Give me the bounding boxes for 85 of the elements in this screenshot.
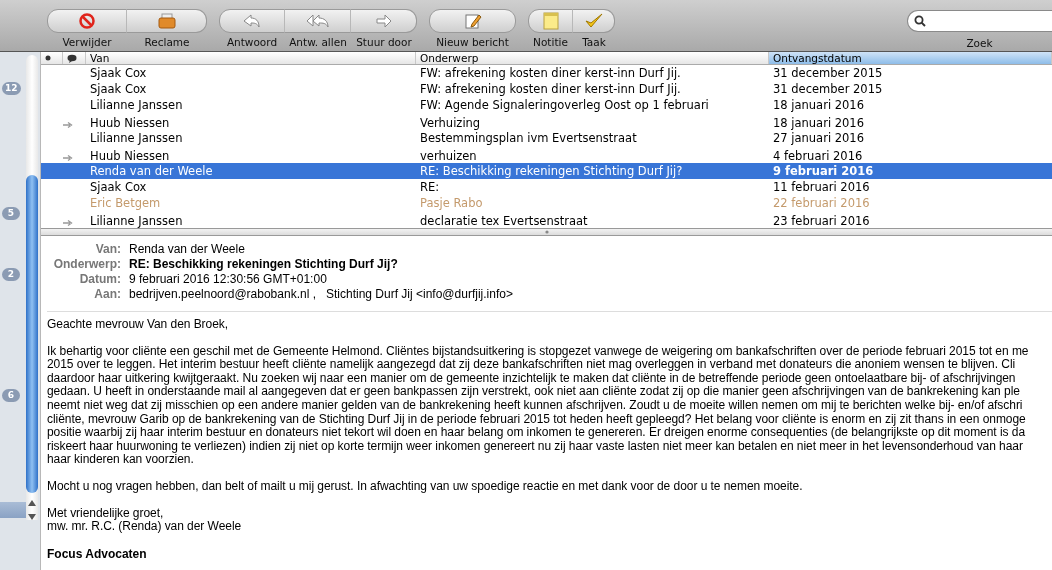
- date-cell-text: 23 februari 2016: [772, 213, 871, 228]
- body-text-line: positie waarbij zij haar interim bestuur en donateurs niet tekort wil doen en haar belang om inkomen te genereren. Er dreigen enorme consequenties (de belangrijkste op dit moment is da: [47, 426, 1027, 440]
- subject-cell-text: FW: afrekening kosten diner kerst-inn Durf Jij.: [419, 66, 682, 81]
- subject-cell-text: verhuizen: [419, 148, 478, 163]
- body-text-line: gedaan. U heeft in onderstaande mail al aangegeven dat er geen bankpassen zijn verstrekt, ook niet aan cliënte zodat zij op die manier geen afschrijvingen van de bankrekening kan ple: [47, 385, 1021, 399]
- sender-cell-text: Eric Betgem: [89, 196, 162, 211]
- subject-cell-text: Verhuizing: [419, 115, 482, 130]
- date-cell-text: 31 december 2015: [772, 82, 884, 97]
- date-cell-text: 31 december 2015: [772, 66, 884, 81]
- search-label: Zoek: [966, 37, 993, 49]
- header-label: Onderwerp:: [52, 257, 121, 272]
- grip-icon: [544, 230, 549, 234]
- header-value: RE: Beschikking rekeningen Stichting Durf Jij?: [129, 257, 399, 272]
- sender-cell-text: Huub Niessen: [89, 115, 171, 130]
- column-header[interactable]: Ontvangstdatum: [769, 52, 1052, 64]
- date-cell-text: 22 februari 2016: [772, 196, 871, 211]
- header-label: Van:: [94, 242, 121, 257]
- sender-cell-text: Lilianne Janssen: [89, 131, 184, 146]
- unread-count-badge: 5: [2, 207, 20, 220]
- signature-company: Focus Advocaten: [47, 546, 148, 561]
- subject-cell-text: FW: afrekening kosten diner kerst-inn Durf Jij.: [419, 82, 682, 97]
- date-cell-text: 27 januari 2016: [772, 131, 865, 146]
- sender-cell-text: Sjaak Cox: [89, 66, 148, 81]
- subject-cell-text: Pasje Rabo: [419, 196, 484, 211]
- body-text-line: Mocht u nog vragen hebben, dan belt of mailt u mij gerust. In afwachting van uw spoedige reactie en met dank voor de door u te nemen moeite.: [47, 479, 804, 494]
- speech-bubble-icon[interactable]: [67, 53, 77, 63]
- body-text-line: 2015 over te leggen. Het interim bestuur heeft cliënte namelijk aangezegd dat zij deze bankafschriften niet mag overleggen in verband met donateurs die anoniem wensen te blijven. Cli: [47, 358, 1017, 372]
- header-value: bedrijven.peelnoord@rabobank.nl , Stichting Durf Jij <info@durfjij.info>: [129, 287, 514, 302]
- message-row[interactable]: Sjaak Cox FW: afrekening kosten diner kerst-inn Durf Jij. 31 december 2015: [41, 81, 1052, 98]
- pencil-note-icon: [463, 12, 482, 30]
- header-label: Datum:: [78, 272, 121, 287]
- scrollbar[interactable]: [26, 55, 38, 520]
- note-pad-icon: [542, 12, 559, 30]
- message-row[interactable]: Lilianne Janssen Bestemmingsplan ivm Evertsenstraat 27 januari 2016: [41, 130, 1052, 147]
- unread-count-badge: 2: [2, 268, 20, 281]
- unread-count-badge: 6: [2, 389, 20, 402]
- body-text-line: Geachte mevrouw Van den Broek,: [47, 318, 230, 332]
- sender-cell-text: Sjaak Cox: [89, 82, 148, 97]
- header-value: 9 februari 2016 12:30:56 GMT+01:00: [129, 272, 328, 287]
- column-header[interactable]: Van: [86, 52, 416, 64]
- body-text-line: Ik behartig voor cliënte een geschil met de Gemeente Helmond. Cliëntes bijstandsuitkering is stopgezet vanwege de weigering om bankafschriften over de periode februari 2015 tot en me: [47, 344, 1030, 359]
- message-row[interactable]: Sjaak Cox FW: afrekening kosten diner kerst-inn Durf Jij. 31 december 2015: [41, 65, 1052, 82]
- reply-arrow-icon: [243, 14, 261, 28]
- message-row[interactable]: Huub Niessen Verhuizing 18 januari 2016: [41, 113, 1052, 131]
- column-header[interactable]: Onderwerp: [416, 52, 769, 64]
- subject-cell-text: declaratie tex Evertsenstraat: [419, 213, 589, 228]
- sender-cell-text: Lilianne Janssen: [89, 213, 184, 228]
- message-row[interactable]: Lilianne Janssen declaratie tex Evertsenstraat 23 februari 2016: [41, 211, 1052, 229]
- message-row[interactable]: Huub Niessen verhuizen 4 februari 2016: [41, 146, 1052, 163]
- body-text-line: haar kinderen kan voorzien.: [47, 453, 194, 467]
- date-cell-text: 18 januari 2016: [772, 115, 865, 130]
- box-icon: [157, 13, 176, 29]
- body-text-line: Met vriendelijke groet,: [47, 506, 165, 521]
- double-arrow-icon: [305, 14, 330, 28]
- subject-cell-text: Bestemmingsplan ivm Evertsenstraat: [419, 131, 638, 146]
- message-row[interactable]: Lilianne Janssen FW: Agende Signaleringoverleg Oost op 1 februari 18 januari 2016: [41, 97, 1052, 114]
- body-text-line: mw. mr. R.C. (Renda) van der Weele: [47, 520, 243, 534]
- sender-cell-text: Huub Niessen: [89, 148, 171, 163]
- date-cell-text: 9 februari 2016: [772, 164, 875, 178]
- checkmark-icon: [584, 13, 603, 29]
- body-text-line: neemt niet weg dat zij misschien op een andere manier gelden van de bankrekening heeft kunnen afschrijven. Zoudt u de moeite willen nemen om mij te berichten welke bij- en/of afschri: [47, 398, 1024, 413]
- header-value: Renda van der Weele: [129, 242, 246, 257]
- body-text-line: cliënte, mevrouw Garib op de bankrekening van de Stichting Durf Jij in de periode februari 2015 tot heden heeft gepleegd? Het belang voor cliënte is enorm en zij zit thans in een onmoge: [47, 412, 1027, 427]
- subject-cell-text: FW: Agende Signaleringoverleg Oost op 1 februari: [419, 98, 710, 113]
- right-arrow-icon: [374, 14, 393, 28]
- sender-cell-text: Sjaak Cox: [89, 180, 148, 195]
- search-field[interactable]: [907, 10, 1052, 32]
- date-cell-text: 4 februari 2016: [772, 148, 864, 163]
- no-entry-icon: [79, 13, 95, 29]
- scrollbar-thumb[interactable]: [26, 175, 38, 493]
- search-icon: [914, 15, 926, 27]
- date-cell-text: 11 februari 2016: [772, 180, 871, 195]
- body-text-line: riskeert haar huurwoning te verliezen) indien zij niet op korte termijn weer inkomen genereert nu zij haar vaste lasten niet meer kan betalen en niet meer in het levensonderhoud van haar: [47, 439, 1024, 454]
- dot-icon[interactable]: [45, 55, 51, 61]
- message-row[interactable]: Sjaak Cox RE: 11 februari 2016: [41, 179, 1052, 196]
- sender-cell-text: Lilianne Janssen: [89, 98, 184, 113]
- body-text-line: daardoor haar uitkering kwijtgeraakt. Nu zoeken wij naar een manier om de gemeente inzichtelijk te maken dat cliënte in de betreffende periode geen ontoelaatbare bij- of afschrijvingen: [47, 371, 1017, 386]
- sender-cell-text: Renda van der Weele: [89, 164, 214, 178]
- subject-cell-text: RE: Beschikking rekeningen Stichting Durf Jij?: [419, 164, 684, 178]
- date-cell-text: 18 januari 2016: [772, 98, 865, 113]
- pane-splitter[interactable]: [41, 228, 1052, 236]
- subject-cell-text: RE:: [419, 180, 441, 195]
- unread-count-badge: 12: [2, 82, 21, 95]
- header-label: Aan:: [93, 287, 121, 302]
- message-row[interactable]: Renda van der Weele RE: Beschikking rekeningen Stichting Durf Jij? 9 februari 2016: [41, 162, 1052, 180]
